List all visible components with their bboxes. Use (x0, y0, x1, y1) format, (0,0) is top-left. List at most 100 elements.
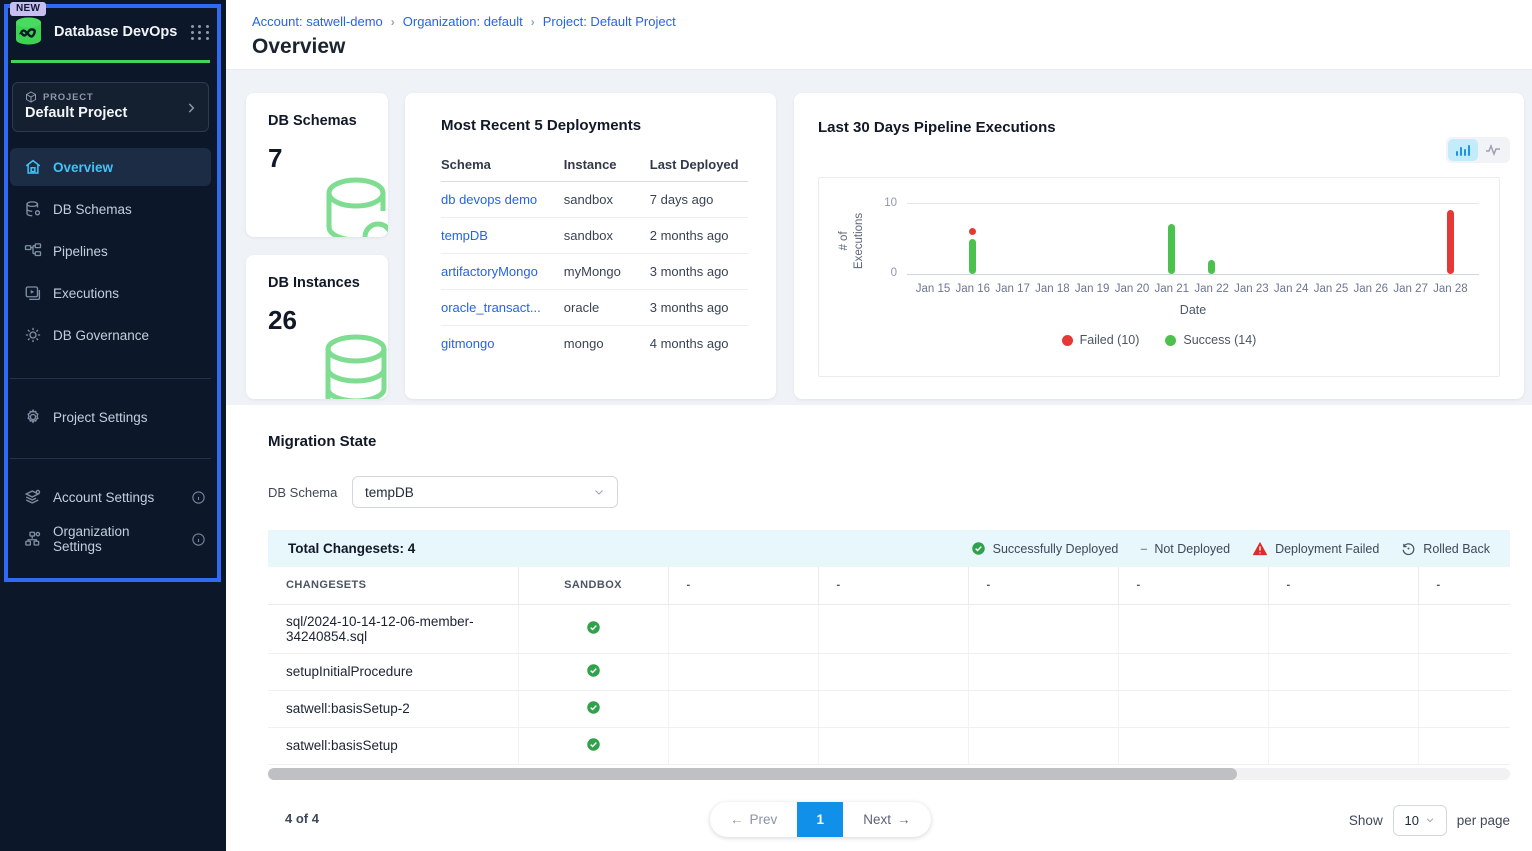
success-bar (1208, 260, 1215, 274)
info-icon[interactable] (191, 532, 206, 547)
column-header: - (818, 567, 968, 604)
y-tick-label: 10 (819, 197, 897, 209)
success-bar (969, 239, 976, 275)
x-tick-label: Jan 19 (1070, 283, 1114, 295)
next-page-button[interactable]: Next→ (843, 802, 930, 837)
x-axis-title: Date (909, 303, 1477, 317)
sidebar-item-db-governance[interactable]: DB Governance (10, 316, 211, 354)
schema-link[interactable]: tempDB (441, 228, 488, 243)
schema-link[interactable]: artifactoryMongo (441, 264, 538, 279)
schema-link[interactable]: gitmongo (441, 336, 494, 351)
sidebar-item-account-settings[interactable]: Account Settings (10, 478, 216, 516)
pagination-row: 4 of 4 ←Prev 1 Next→ Show 10 per page (268, 802, 1510, 838)
x-tick-label: Jan 18 (1030, 283, 1074, 295)
table-row: db devops demo sandbox 7 days ago (441, 182, 748, 218)
chevron-right-icon: › (391, 15, 395, 29)
table-row: oracle_transact... oracle 3 months ago (441, 290, 748, 326)
scrollbar-thumb[interactable] (268, 768, 1237, 780)
page-size-control: Show 10 per page (1349, 805, 1510, 836)
legend-item-success: Success (14) (1165, 333, 1256, 347)
db-instances-card[interactable]: DB Instances 26 (246, 255, 388, 399)
app-switcher-icon[interactable] (190, 22, 210, 42)
bar-chart-toggle-button[interactable] (1448, 139, 1478, 161)
recent-deployments-card: Most Recent 5 Deployments Schema Instanc… (405, 93, 776, 399)
check-circle-icon (586, 737, 601, 752)
prev-page-button[interactable]: ←Prev (710, 802, 797, 837)
sidebar-item-executions[interactable]: Executions (10, 274, 211, 312)
column-header: - (1418, 567, 1510, 604)
column-header: - (1118, 567, 1268, 604)
y-tick-label: 0 (819, 267, 897, 279)
breadcrumb-project[interactable]: Project: Default Project (543, 14, 676, 29)
sidebar-item-db-schemas[interactable]: DB Schemas (10, 190, 211, 228)
selected-schema: tempDB (365, 485, 414, 500)
instance-cell: myMongo (564, 254, 650, 290)
last-deployed-cell: 3 months ago (650, 290, 748, 326)
rollback-icon (1401, 541, 1416, 556)
bar-chart-icon (1456, 145, 1471, 156)
column-header: Last Deployed (650, 148, 748, 182)
info-icon[interactable] (191, 490, 206, 505)
sidebar-item-pipelines[interactable]: Pipelines (10, 232, 211, 270)
schema-link[interactable]: db devops demo (441, 192, 537, 207)
sidebar: NEW Database DevOps PROJECT Default Proj… (0, 0, 226, 851)
database-outline-icon (316, 171, 388, 237)
x-axis-line (907, 274, 1479, 275)
db-schema-select[interactable]: tempDB (352, 476, 618, 508)
gridline (907, 203, 1479, 204)
schema-link[interactable]: oracle_transact... (441, 300, 541, 315)
instance-cell: mongo (564, 326, 650, 362)
app-title: Database DevOps (54, 24, 190, 40)
line-chart-toggle-button[interactable] (1478, 139, 1508, 161)
page-header: Account: satwell-demo › Organization: de… (226, 0, 1532, 70)
sidebar-item-organization-settings[interactable]: Organization Settings (10, 520, 216, 558)
last-deployed-cell: 2 months ago (650, 218, 748, 254)
warning-triangle-icon (1252, 541, 1268, 556)
app-logo-database-icon (12, 16, 45, 48)
x-tick-label: Jan 22 (1190, 283, 1234, 295)
sidebar-nav: Overview DB Schemas Pipelines Executions… (10, 148, 211, 358)
page-size-select[interactable]: 10 (1393, 805, 1447, 836)
breadcrumb-account[interactable]: Account: satwell-demo (252, 14, 383, 29)
project-cube-icon (25, 91, 37, 103)
column-header: - (968, 567, 1118, 604)
sidebar-item-label: Pipelines (53, 244, 108, 259)
legend-rolled-back: Rolled Back (1401, 541, 1490, 556)
x-tick-label: Jan 23 (1229, 283, 1273, 295)
legend-dot-success (1165, 335, 1176, 346)
per-page-label: per page (1457, 813, 1510, 828)
pagination: ←Prev 1 Next→ (710, 802, 931, 837)
horizontal-scrollbar (268, 768, 1510, 780)
check-circle-icon (586, 663, 601, 678)
chart-plot-panel: # ofExecutions 10 0 Date Failed (10) Suc… (818, 177, 1500, 377)
db-schema-label: DB Schema (268, 485, 352, 500)
section-title: Migration State (268, 433, 1510, 450)
db-schemas-card[interactable]: DB Schemas 7 (246, 93, 388, 237)
row-count: 4 of 4 (285, 811, 319, 826)
changeset-row: satwell:basisSetup-2 (268, 690, 1510, 727)
breadcrumb-organization[interactable]: Organization: default (403, 14, 523, 29)
changeset-name: satwell:basisSetup-2 (268, 690, 518, 727)
instance-cell: sandbox (564, 218, 650, 254)
chart-title: Last 30 Days Pipeline Executions (818, 119, 1056, 136)
changesets-table-wrap: CHANGESETS SANDBOX - - - - - - sql/2024-… (268, 567, 1510, 765)
column-header: - (668, 567, 818, 604)
project-selector[interactable]: PROJECT Default Project (12, 82, 209, 132)
gear-icon (24, 408, 42, 426)
sidebar-item-overview[interactable]: Overview (10, 148, 211, 186)
last-deployed-cell: 3 months ago (650, 254, 748, 290)
x-tick-label: Jan 16 (951, 283, 995, 295)
stat-value: 26 (268, 305, 388, 336)
x-tick-label: Jan 27 (1389, 283, 1433, 295)
check-circle-icon (586, 620, 601, 635)
current-page-button[interactable]: 1 (797, 802, 843, 837)
last-deployed-cell: 4 months ago (650, 326, 748, 362)
stat-title: DB Schemas (268, 113, 388, 129)
show-label: Show (1349, 813, 1383, 828)
sidebar-item-label: Project Settings (53, 410, 148, 425)
sidebar-item-project-settings[interactable]: Project Settings (10, 398, 211, 436)
card-title: Most Recent 5 Deployments (441, 117, 748, 134)
legend-deployment-failed: Deployment Failed (1252, 541, 1379, 556)
x-tick-label: Jan 25 (1309, 283, 1353, 295)
legend-successfully-deployed: Successfully Deployed (971, 541, 1119, 556)
